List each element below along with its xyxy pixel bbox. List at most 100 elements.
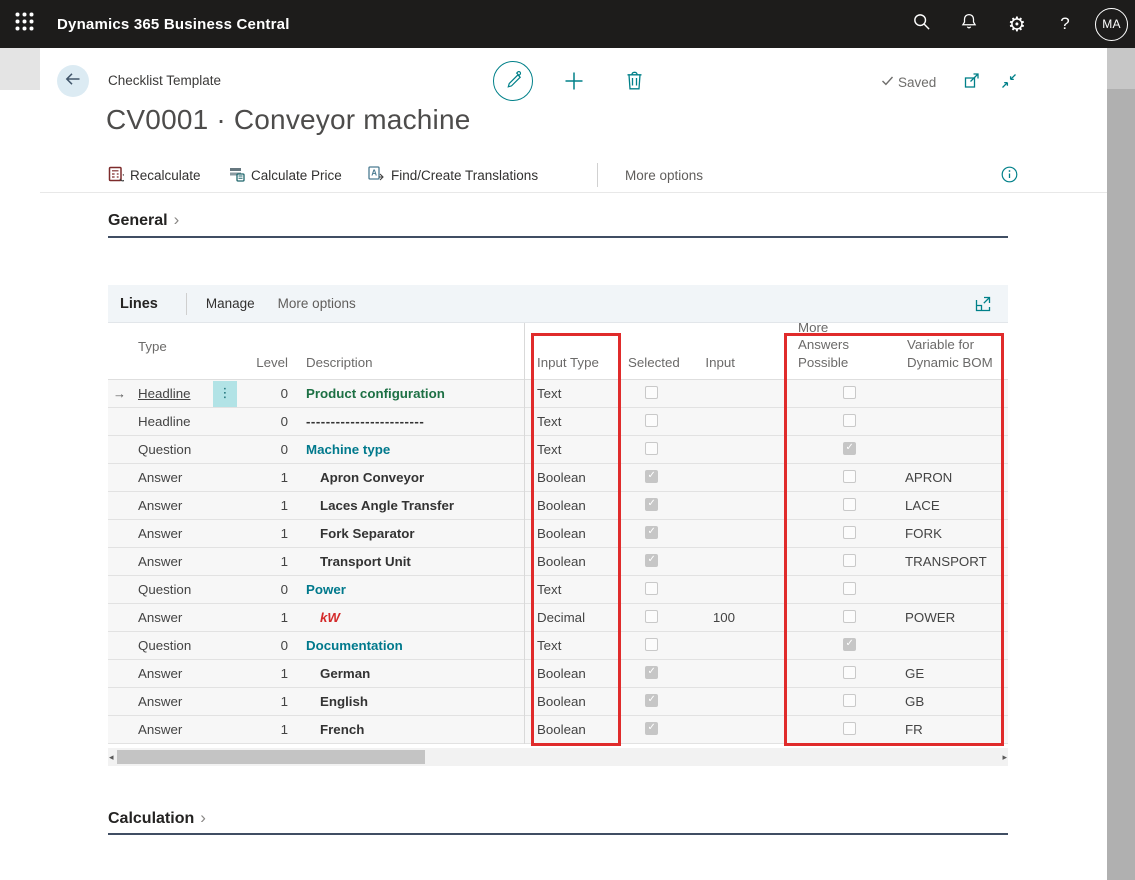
more-options-action[interactable]: More options <box>625 168 703 183</box>
manage-menu[interactable]: Manage <box>206 296 255 311</box>
notifications-button[interactable] <box>945 0 993 48</box>
calculate-price-action[interactable]: Calculate Price <box>229 166 342 185</box>
cell-level[interactable]: 1 <box>240 526 290 541</box>
selected-checkbox[interactable] <box>645 722 658 735</box>
settings-button[interactable]: ⚙ <box>993 0 1041 48</box>
cell-description[interactable]: Product configuration <box>290 386 531 401</box>
type-link[interactable]: Answer <box>138 666 182 681</box>
column-header-input-type[interactable]: Input Type <box>531 354 621 371</box>
cell-level[interactable]: 1 <box>240 554 290 569</box>
cell-type[interactable]: Headline ⋮ <box>134 380 240 407</box>
cell-description[interactable]: Power <box>290 582 531 597</box>
cell-input-type[interactable]: Text <box>531 638 621 653</box>
cell-variable-bom[interactable]: POWER <box>886 610 1008 625</box>
row-menu-button[interactable]: ⋮ <box>213 381 237 407</box>
cell-description[interactable]: Machine type <box>290 442 531 457</box>
cell-input-type[interactable]: Boolean <box>531 526 621 541</box>
more-answers-checkbox[interactable] <box>843 694 856 707</box>
cell-level[interactable]: 1 <box>240 498 290 513</box>
cell-level[interactable]: 0 <box>240 638 290 653</box>
type-link[interactable]: Answer <box>138 526 182 541</box>
cell-input-type[interactable]: Boolean <box>531 554 621 569</box>
cell-variable-bom[interactable]: GB <box>886 694 1008 709</box>
type-link[interactable]: Answer <box>138 554 182 569</box>
cell-input-type[interactable]: Text <box>531 442 621 457</box>
cell-input-type[interactable]: Boolean <box>531 666 621 681</box>
avatar[interactable]: MA <box>1095 8 1128 41</box>
more-answers-checkbox[interactable] <box>843 442 856 455</box>
cell-type[interactable]: Answer <box>134 492 240 519</box>
cell-variable-bom[interactable]: FORK <box>886 526 1008 541</box>
cell-type[interactable]: Answer <box>134 604 240 631</box>
cell-input[interactable]: 100 <box>696 610 781 625</box>
more-answers-checkbox[interactable] <box>843 498 856 511</box>
cell-variable-bom[interactable]: GE <box>886 666 1008 681</box>
table-row[interactable]: →Headline⋮0Product configurationText <box>108 380 1008 408</box>
cell-input-type[interactable]: Text <box>531 414 621 429</box>
more-answers-checkbox[interactable] <box>843 554 856 567</box>
selected-checkbox[interactable] <box>645 470 658 483</box>
type-link[interactable]: Headline <box>138 386 191 401</box>
cell-input-type[interactable]: Decimal <box>531 610 621 625</box>
cell-level[interactable]: 0 <box>240 582 290 597</box>
type-link[interactable]: Answer <box>138 722 182 737</box>
scroll-left-arrow[interactable]: ◂ <box>109 752 114 763</box>
more-answers-checkbox[interactable] <box>843 526 856 539</box>
more-answers-checkbox[interactable] <box>843 666 856 679</box>
cell-description[interactable]: ------------------------ <box>290 414 531 429</box>
recalculate-action[interactable]: Recalculate <box>108 166 201 185</box>
cell-description[interactable]: Transport Unit <box>290 554 531 569</box>
minimize-button[interactable] <box>1000 72 1018 95</box>
cell-level[interactable]: 1 <box>240 694 290 709</box>
selected-checkbox[interactable] <box>645 694 658 707</box>
cell-input-type[interactable]: Boolean <box>531 694 621 709</box>
cell-description[interactable]: French <box>290 722 531 737</box>
cell-type[interactable]: Answer <box>134 520 240 547</box>
cell-description[interactable]: kW <box>290 610 531 625</box>
cell-variable-bom[interactable]: LACE <box>886 498 1008 513</box>
column-header-level[interactable]: Level <box>240 354 290 371</box>
cell-description[interactable]: Laces Angle Transfer <box>290 498 531 513</box>
cell-variable-bom[interactable]: FR <box>886 722 1008 737</box>
back-button[interactable] <box>57 65 89 97</box>
cell-type[interactable]: Answer <box>134 548 240 575</box>
table-row[interactable]: Question0PowerText <box>108 576 1008 604</box>
info-button[interactable] <box>1001 166 1018 188</box>
selected-checkbox[interactable] <box>645 554 658 567</box>
table-row[interactable]: Question 0DocumentationText <box>108 632 1008 660</box>
more-answers-checkbox[interactable] <box>843 638 856 651</box>
more-answers-checkbox[interactable] <box>843 610 856 623</box>
edit-button[interactable] <box>493 61 533 101</box>
type-link[interactable]: Answer <box>138 498 182 513</box>
open-in-new-window-button[interactable] <box>963 72 981 95</box>
table-row[interactable]: Answer 1Transport UnitBoolean TRANSPORT <box>108 548 1008 576</box>
cell-level[interactable]: 1 <box>240 610 290 625</box>
cell-type[interactable]: Answer <box>134 464 240 491</box>
selected-checkbox[interactable] <box>645 666 658 679</box>
table-row[interactable]: Answer1EnglishBooleanGB <box>108 688 1008 716</box>
help-button[interactable]: ? <box>1041 0 1089 48</box>
cell-type[interactable]: Answer <box>134 716 240 743</box>
selected-checkbox[interactable] <box>645 442 658 455</box>
cell-description[interactable]: Documentation <box>290 638 531 653</box>
app-launcher-button[interactable] <box>0 0 48 48</box>
focus-mode-button[interactable] <box>974 295 992 318</box>
cell-variable-bom[interactable]: TRANSPORT <box>886 554 1008 569</box>
type-link[interactable]: Question <box>138 638 191 653</box>
cell-description[interactable]: English <box>290 694 531 709</box>
selected-checkbox[interactable] <box>645 610 658 623</box>
column-header-input[interactable]: Input <box>696 354 781 371</box>
table-row[interactable]: Answer1kWDecimal 100 POWER <box>108 604 1008 632</box>
selected-checkbox[interactable] <box>645 526 658 539</box>
selected-checkbox[interactable] <box>645 414 658 427</box>
horizontal-scrollbar-thumb[interactable] <box>117 750 425 764</box>
table-row[interactable]: Answer1Laces Angle TransferBooleanLACE <box>108 492 1008 520</box>
more-answers-checkbox[interactable] <box>843 582 856 595</box>
cell-level[interactable]: 0 <box>240 442 290 457</box>
cell-input-type[interactable]: Text <box>531 582 621 597</box>
more-answers-checkbox[interactable] <box>843 722 856 735</box>
search-button[interactable] <box>897 0 945 48</box>
cell-description[interactable]: Fork Separator <box>290 526 531 541</box>
type-link[interactable]: Question <box>138 442 191 457</box>
translations-action[interactable]: A Find/Create Translations <box>368 166 538 185</box>
